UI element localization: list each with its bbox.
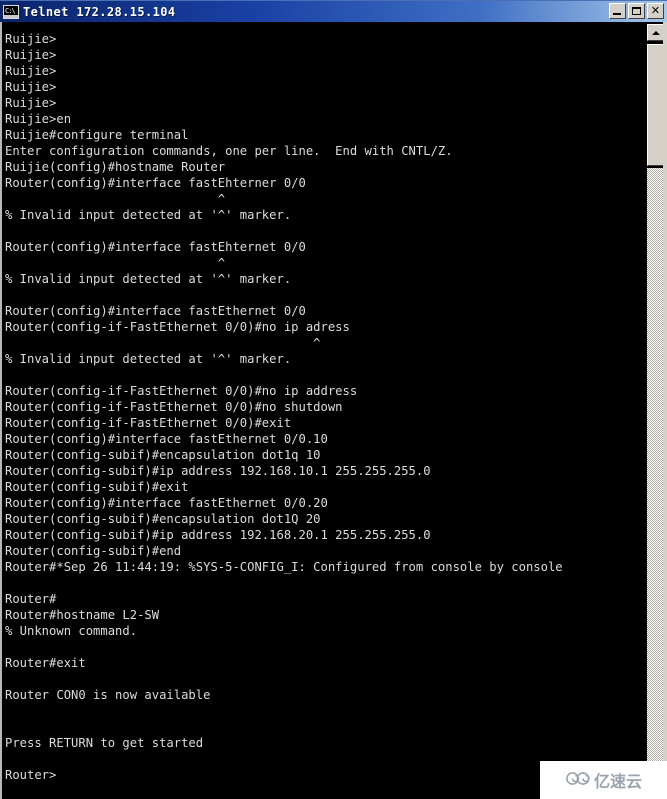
terminal-line: Press RETURN to get started [5, 736, 204, 750]
minimize-button[interactable] [609, 3, 626, 19]
close-icon: ✕ [650, 4, 661, 17]
terminal-line: Router(config-subif)#end [5, 544, 182, 558]
terminal-line: % Invalid input detected at '^' marker. [5, 352, 292, 366]
vertical-scrollbar[interactable] [641, 22, 667, 799]
terminal-line: Router(config)#interface fastEhternet 0/… [5, 240, 306, 254]
terminal-line: Router(config-subif)#ip address 192.168.… [5, 464, 431, 478]
terminal-line: % Invalid input detected at '^' marker. [5, 208, 292, 222]
terminal-line: Ruijie> [5, 48, 57, 62]
terminal-line: Router(config-subif)#ip address 192.168.… [5, 528, 431, 542]
window-title: Telnet 172.28.15.104 [23, 4, 176, 19]
terminal-line: Router CON0 is now available [5, 688, 211, 702]
terminal-line: Ruijie(config)#hostname Router [5, 160, 226, 174]
terminal-line: Router(config-subif)#encapsulation dot1q… [5, 448, 321, 462]
terminal-line: Router(config-subif)#exit [5, 480, 189, 494]
terminal-line: Router#hostname L2-SW [5, 608, 160, 622]
window-controls: ✕ [609, 3, 664, 19]
terminal-line: ^ [5, 256, 226, 270]
scroll-thumb[interactable] [647, 44, 664, 166]
terminal-line: Router(config-if-FastEthernet 0/0)#no ip… [5, 384, 358, 398]
scroll-up-arrow[interactable] [647, 24, 664, 41]
watermark-text: 亿速云 [593, 772, 642, 791]
minimize-icon [613, 13, 621, 15]
terminal-line: Router(config)#interface fastEhterner 0/… [5, 176, 306, 190]
terminal-line: ^ [5, 336, 321, 350]
title-bar[interactable]: C:\ Telnet 172.28.15.104 ✕ [0, 0, 667, 22]
watermark: 亿速云 [540, 761, 667, 799]
terminal-line: Router(config-if-FastEthernet 0/0)#no sh… [5, 400, 343, 414]
terminal-line: Ruijie> [5, 80, 57, 94]
terminal-line: Ruijie> [5, 32, 57, 46]
terminal-line: Router(config)#interface fastEthernet 0/… [5, 496, 328, 510]
terminal-line: Router(config)#interface fastEthernet 0/… [5, 304, 306, 318]
terminal-line: Ruijie#configure terminal [5, 128, 189, 142]
telnet-window: C:\ Telnet 172.28.15.104 ✕ Ruijie> Ruijie… [0, 0, 667, 799]
terminal-line: ^ [5, 192, 226, 206]
telnet-console-icon: C:\ [3, 4, 19, 19]
terminal-line: Ruijie> [5, 64, 57, 78]
cloud-icon [565, 770, 591, 791]
terminal-line: Router(config-if-FastEthernet 0/0)#exit [5, 416, 292, 430]
terminal-line: Router#*Sep 26 11:44:19: %SYS-5-CONFIG_I… [5, 560, 563, 574]
terminal-line: Router(config)#interface fastEthernet 0/… [5, 432, 328, 446]
terminal-text: Ruijie> Ruijie> Ruijie> Ruijie> Ruijie> Ruiji… [5, 31, 641, 783]
terminal-line: Router(config-if-FastEthernet 0/0)#no ip… [5, 320, 350, 334]
scroll-track[interactable] [647, 168, 664, 799]
scrollbar-right-edge [663, 22, 667, 799]
chevron-up-icon [652, 31, 660, 35]
terminal-line: Ruijie> [5, 96, 57, 110]
terminal-line: Ruijie>en [5, 112, 72, 126]
close-button[interactable]: ✕ [647, 3, 664, 19]
terminal-line: % Unknown command. [5, 624, 138, 638]
terminal-line: Router(config-subif)#encapsulation dot1Q… [5, 512, 321, 526]
maximize-icon [632, 7, 641, 15]
terminal-line: Enter configuration commands, one per li… [5, 144, 453, 158]
terminal-line: % Invalid input detected at '^' marker. [5, 272, 292, 286]
terminal-line: Router# [5, 592, 57, 606]
terminal-output-area[interactable]: Ruijie> Ruijie> Ruijie> Ruijie> Ruijie> Ruiji… [0, 22, 641, 799]
telnet-console-icon-base [4, 14, 18, 18]
terminal-line: Router#exit [5, 656, 86, 670]
maximize-button[interactable] [628, 3, 645, 19]
